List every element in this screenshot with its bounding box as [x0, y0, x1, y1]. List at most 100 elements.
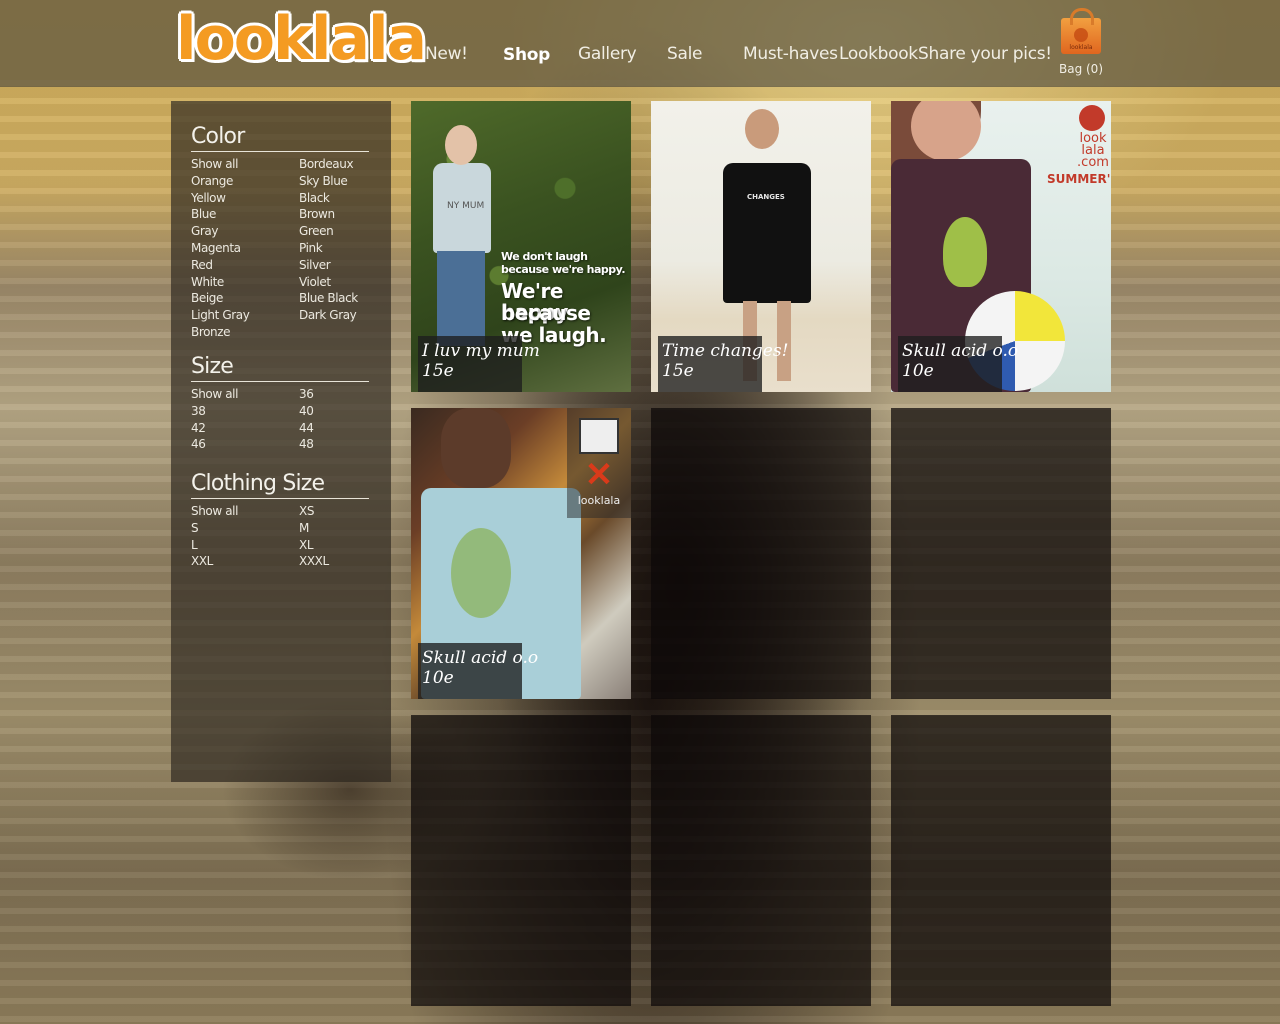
filter-options-clothing-size: Show all XS S M L XL XXL XXXL [191, 503, 369, 570]
bag-handle [1070, 8, 1094, 25]
size-filter-option[interactable]: 42 [191, 420, 299, 437]
model-head [441, 408, 511, 488]
size-filter-option[interactable]: 36 [299, 386, 369, 403]
size-filter-option[interactable]: Show all [191, 386, 299, 403]
summer-stamp: SUMMER'10 [1047, 172, 1111, 186]
product-tile[interactable]: CHANGES Time changes! 15e [651, 101, 871, 392]
face-box-icon [579, 418, 619, 454]
color-filter-option[interactable]: Violet [299, 274, 369, 291]
color-filter-option[interactable]: Magenta [191, 240, 299, 257]
model-face [745, 109, 779, 149]
nav-shop[interactable]: Shop [503, 45, 550, 65]
product-caption: Skull acid o.o 10e [418, 643, 539, 699]
cross-icon: ✕ [584, 456, 614, 494]
shopping-bag-button[interactable]: looklala Bag (0) [1058, 8, 1104, 76]
size-filter-option[interactable]: 40 [299, 403, 369, 420]
filter-group-clothing-size: Clothing Size Show all XS S M L XL XXL XXXL [191, 470, 369, 570]
bag-brand-mark [1074, 28, 1088, 42]
product-name: Skull acid o.o [422, 648, 539, 668]
color-filter-option[interactable]: Beige [191, 290, 299, 307]
clothing-size-filter-option[interactable]: XS [299, 503, 369, 520]
filter-title-clothing-size: Clothing Size [191, 470, 369, 499]
nav-gallery[interactable]: Gallery [578, 44, 637, 64]
color-filter-option[interactable]: Pink [299, 240, 369, 257]
model-shirt [723, 163, 811, 303]
color-filter-option[interactable]: Orange [191, 173, 299, 190]
color-filter-option[interactable]: Gray [191, 223, 299, 240]
nav-must-haves[interactable]: Must-haves [743, 44, 838, 64]
site-logo[interactable]: looklala [176, 4, 427, 74]
nav-share-your-pics[interactable]: Share your pics! [918, 44, 1052, 64]
color-filter-option[interactable]: Light Gray [191, 307, 299, 324]
empty-product-slot [891, 408, 1111, 699]
bag-label[interactable]: Bag (0) [1058, 62, 1104, 76]
nav-sale[interactable]: Sale [667, 44, 703, 64]
stamp-line-3: .com [1077, 155, 1109, 170]
nav-lookbook[interactable]: Lookbook [839, 44, 918, 64]
product-price: 10e [422, 668, 454, 688]
brand-stamp: look lala .com [1077, 132, 1109, 170]
overlay-line-4: because [501, 301, 591, 325]
product-caption: Skull acid o.o 10e [898, 336, 1019, 392]
overlay-line-2: because we're happy. [501, 263, 626, 276]
overlay-line-1: We don't laugh [501, 250, 588, 263]
product-price: 15e [662, 361, 694, 381]
empty-product-slot [651, 715, 871, 1006]
color-filter-option[interactable]: Blue Black [299, 290, 369, 307]
filter-options-size: Show all 36 38 40 42 44 46 48 [191, 386, 369, 453]
clothing-size-filter-option[interactable]: XL [299, 537, 369, 554]
shirt-print: CHANGES [747, 193, 785, 201]
brand-face-icon [1079, 105, 1105, 131]
skull-acid-print [943, 217, 987, 287]
product-caption: I luv my mum 15e [418, 336, 540, 392]
model-face [445, 125, 477, 165]
color-filter-option[interactable]: Yellow [191, 190, 299, 207]
color-filter-option[interactable]: Sky Blue [299, 173, 369, 190]
clothing-size-filter-option[interactable]: XXXL [299, 553, 369, 570]
empty-product-slot [891, 715, 1111, 1006]
clothing-size-filter-option[interactable]: S [191, 520, 299, 537]
brand-stamp-text: looklala [577, 494, 621, 507]
color-filter-option[interactable]: Show all [191, 156, 299, 173]
color-filter-option[interactable]: Bordeaux [299, 156, 369, 173]
product-name: Time changes! [662, 341, 789, 361]
product-caption: Time changes! 15e [658, 336, 789, 392]
empty-product-slot [651, 408, 871, 699]
clothing-size-filter-option[interactable]: L [191, 537, 299, 554]
product-name: I luv my mum [422, 341, 540, 361]
product-name: Skull acid o.o [902, 341, 1019, 361]
empty-product-slot [411, 715, 631, 1006]
color-filter-option[interactable]: Green [299, 223, 369, 240]
filter-sidebar: Color Show all Bordeaux Orange Sky Blue Yell… [171, 101, 391, 782]
skull-acid-print [451, 528, 511, 618]
size-filter-option[interactable]: 44 [299, 420, 369, 437]
product-tile[interactable]: NY MUM We don't laugh because we're happ… [411, 101, 631, 392]
product-price: 10e [902, 361, 934, 381]
color-filter-option[interactable]: Brown [299, 206, 369, 223]
filter-group-size: Size Show all 36 38 40 42 44 46 48 [191, 353, 369, 453]
size-filter-option[interactable]: 46 [191, 436, 299, 453]
clothing-size-filter-option[interactable]: M [299, 520, 369, 537]
shopping-bag-icon: looklala [1061, 8, 1101, 54]
site-header: looklala New! Shop Gallery Sale Must-hav… [0, 0, 1280, 87]
size-filter-option[interactable]: 38 [191, 403, 299, 420]
clothing-size-filter-option[interactable]: Show all [191, 503, 299, 520]
color-filter-option[interactable]: Silver [299, 257, 369, 274]
color-filter-option[interactable]: White [191, 274, 299, 291]
color-filter-option[interactable]: Red [191, 257, 299, 274]
size-filter-option[interactable]: 48 [299, 436, 369, 453]
filter-group-color: Color Show all Bordeaux Orange Sky Blue Yell… [191, 123, 369, 341]
product-price: 15e [422, 361, 454, 381]
filter-title-color: Color [191, 123, 369, 152]
color-filter-option[interactable]: Dark Gray [299, 307, 369, 324]
color-filter-option[interactable]: Blue [191, 206, 299, 223]
shirt-print: NY MUM [447, 201, 485, 211]
product-tile[interactable]: look lala .com SUMMER'10 Skull acid o.o … [891, 101, 1111, 392]
color-filter-option[interactable]: Bronze [191, 324, 299, 341]
filter-options-color: Show all Bordeaux Orange Sky Blue Yellow Blac… [191, 156, 369, 341]
clothing-size-filter-option[interactable]: XXL [191, 553, 299, 570]
filter-title-size: Size [191, 353, 369, 382]
nav-new[interactable]: New! [425, 44, 468, 64]
color-filter-option[interactable]: Black [299, 190, 369, 207]
product-tile[interactable]: ✕ looklala Skull acid o.o 10e [411, 408, 631, 699]
